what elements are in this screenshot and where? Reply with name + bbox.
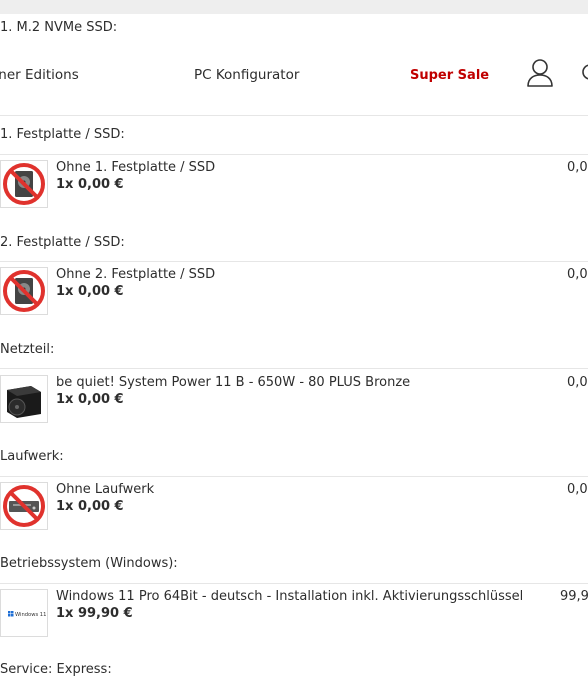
- section-divider: [0, 476, 588, 477]
- user-account-icon[interactable]: [525, 56, 555, 88]
- list-item-festplatte-1: Ohne 1. Festplatte / SSD 1x 0,00 € 0,0: [0, 160, 588, 212]
- item-total-price: 99,9: [560, 589, 588, 604]
- section-heading-festplatte-2: 2. Festplatte / SSD:: [0, 235, 125, 250]
- windows-logo-icon: Windows 11: [0, 589, 48, 637]
- list-item-netzteil: be quiet! System Power 11 B - 650W - 80 …: [0, 375, 588, 427]
- header-divider: [0, 115, 588, 116]
- item-quantity-price: 1x 0,00 €: [56, 499, 124, 514]
- item-name[interactable]: be quiet! System Power 11 B - 650W - 80 …: [56, 375, 410, 390]
- section-divider: [0, 583, 588, 584]
- section-heading-netzteil: Netzteil:: [0, 342, 55, 357]
- section-heading-festplatte-1: 1. Festplatte / SSD:: [0, 127, 125, 142]
- item-quantity-price: 1x 99,90 €: [56, 606, 133, 621]
- no-drive-icon: [0, 482, 48, 530]
- nav-link-pc-konfigurator[interactable]: PC Konfigurator: [194, 67, 299, 83]
- section-divider: [0, 154, 588, 155]
- section-heading-laufwerk: Laufwerk:: [0, 449, 64, 464]
- top-strip: [0, 0, 588, 14]
- nav-link-super-sale[interactable]: Super Sale: [410, 68, 489, 83]
- item-total-price: 0,0: [567, 375, 588, 390]
- item-total-price: 0,0: [567, 482, 588, 497]
- item-name[interactable]: Ohne Laufwerk: [56, 482, 154, 497]
- windows-logo-text: Windows 11: [15, 612, 46, 618]
- item-total-price: 0,0: [567, 267, 588, 282]
- item-quantity-price: 1x 0,00 €: [56, 284, 124, 299]
- section-heading-service-express: Service: Express:: [0, 662, 112, 677]
- nav-link-partner-editions[interactable]: tner Editions: [0, 67, 79, 83]
- section-heading-m2-ssd: 1. M.2 NVMe SSD:: [0, 20, 118, 35]
- section-heading-betriebssystem: Betriebssystem (Windows):: [0, 556, 178, 571]
- search-icon[interactable]: [578, 58, 588, 88]
- no-harddisk-icon: [0, 160, 48, 208]
- item-name[interactable]: Windows 11 Pro 64Bit - deutsch - Install…: [56, 589, 523, 604]
- main-navigation: tner Editions PC Konfigurator Super Sale: [0, 56, 588, 96]
- section-divider: [0, 368, 588, 369]
- list-item-betriebssystem: Windows 11 Windows 11 Pro 64Bit - deutsc…: [0, 589, 588, 641]
- list-item-festplatte-2: Ohne 2. Festplatte / SSD 1x 0,00 € 0,0: [0, 267, 588, 319]
- power-supply-icon: [0, 375, 48, 423]
- no-harddisk-icon: [0, 267, 48, 315]
- section-divider: [0, 261, 588, 262]
- item-name[interactable]: Ohne 1. Festplatte / SSD: [56, 160, 215, 175]
- item-quantity-price: 1x 0,00 €: [56, 392, 124, 407]
- item-total-price: 0,0: [567, 160, 588, 175]
- item-name[interactable]: Ohne 2. Festplatte / SSD: [56, 267, 215, 282]
- list-item-laufwerk: Ohne Laufwerk 1x 0,00 € 0,0: [0, 482, 588, 534]
- item-quantity-price: 1x 0,00 €: [56, 177, 124, 192]
